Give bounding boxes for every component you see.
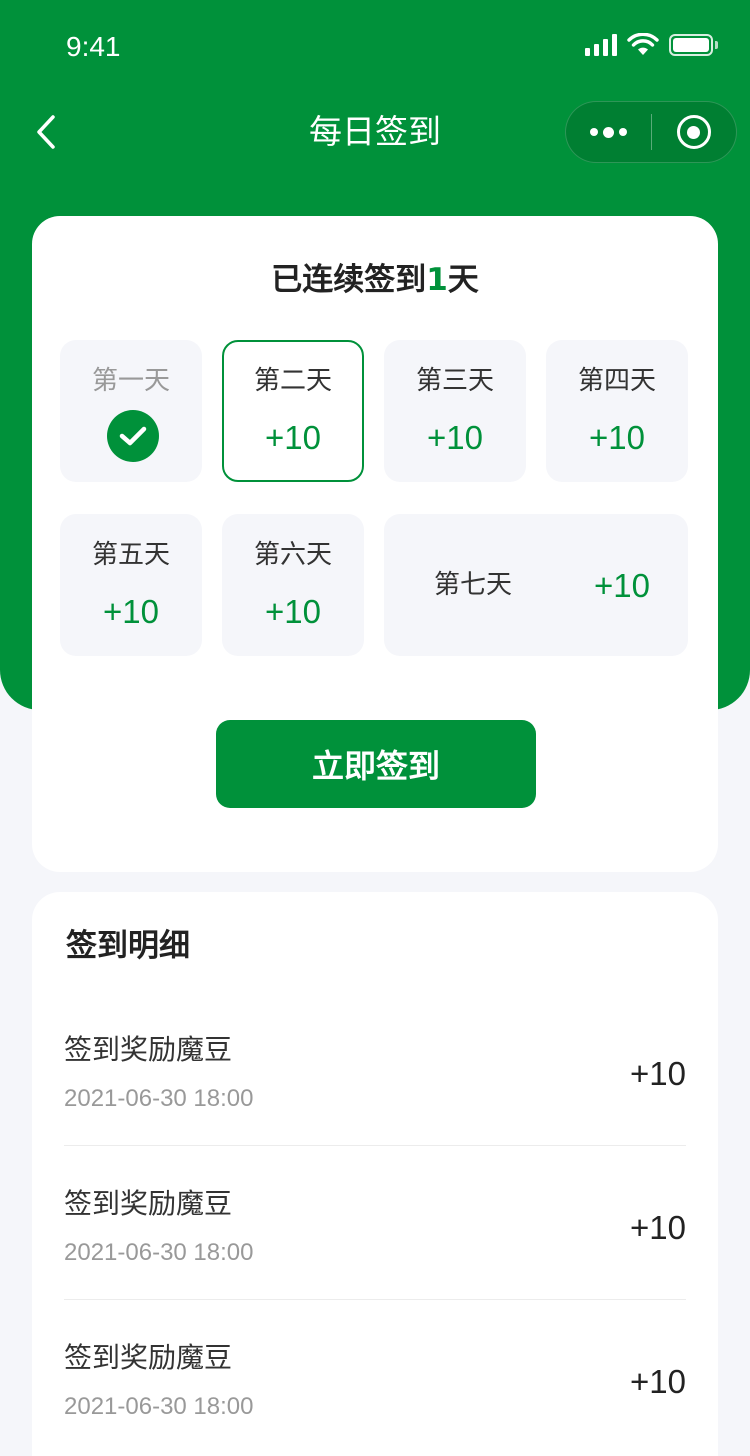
mini-program-capsule (565, 101, 737, 163)
signin-detail-card: 签到明细 签到奖励魔豆 2021-06-30 18:00 +10 签到奖励魔豆 … (32, 892, 718, 1456)
streak-days-count: 1 (426, 262, 448, 298)
status-time: 9:41 (66, 31, 121, 62)
close-circle-icon (676, 115, 711, 149)
day-reward: +10 (589, 419, 645, 456)
item-amount: +10 (630, 1209, 686, 1246)
signin-card: 已连续签到1天 第一天 第二天 +10 第三天 +10 第四天 +10 第五天 … (32, 216, 718, 872)
list-item: 签到奖励魔豆 2021-06-30 18:00 +10 (64, 1300, 686, 1454)
day-label: 第五天 (91, 540, 170, 570)
streak-text: 已连续签到1天 (32, 260, 718, 300)
streak-suffix: 天 (447, 262, 479, 298)
signal-icon (585, 34, 617, 56)
day-cell-1: 第一天 (60, 340, 202, 482)
streak-prefix: 已连续签到 (271, 262, 427, 298)
check-icon (107, 410, 159, 462)
day-label: 第二天 (253, 366, 332, 396)
day-label: 第七天 (434, 570, 513, 600)
day-cell-5: 第五天 +10 (60, 514, 202, 656)
item-title: 签到奖励魔豆 (64, 1341, 233, 1374)
item-amount: +10 (630, 1055, 686, 1092)
item-amount: +10 (630, 1363, 686, 1400)
day-cell-3: 第三天 +10 (384, 340, 526, 482)
item-time: 2021-06-30 18:00 (64, 1393, 254, 1420)
list-item: 签到奖励魔豆 2021-06-30 18:00 +10 (64, 1146, 686, 1300)
item-time: 2021-06-30 18:00 (64, 1239, 254, 1266)
day-label: 第一天 (91, 366, 170, 396)
wifi-icon (627, 33, 659, 55)
list-item: 签到奖励魔豆 2021-06-30 18:00 +10 (64, 992, 686, 1146)
status-icons (585, 32, 718, 58)
more-dots-icon (590, 128, 598, 136)
battery-icon (669, 34, 718, 56)
detail-list: 签到奖励魔豆 2021-06-30 18:00 +10 签到奖励魔豆 2021-… (64, 992, 686, 1454)
more-button[interactable] (566, 101, 651, 163)
day-label: 第三天 (415, 366, 494, 396)
day-cell-6: 第六天 +10 (222, 514, 364, 656)
day-reward: +10 (265, 419, 321, 456)
item-title: 签到奖励魔豆 (64, 1187, 233, 1220)
day-reward: +10 (594, 567, 650, 604)
day-reward: +10 (427, 419, 483, 456)
day-label: 第六天 (253, 540, 332, 570)
day-cell-4: 第四天 +10 (546, 340, 688, 482)
day-cell-2: 第二天 +10 (222, 340, 364, 482)
signin-now-button[interactable]: 立即签到 (216, 720, 536, 808)
detail-title: 签到明细 (66, 928, 190, 964)
item-time: 2021-06-30 18:00 (64, 1085, 254, 1112)
day-label: 第四天 (577, 366, 656, 396)
day-cell-7: 第七天 +10 (384, 514, 688, 656)
item-title: 签到奖励魔豆 (64, 1033, 233, 1066)
day-reward: +10 (103, 593, 159, 630)
day-reward: +10 (265, 593, 321, 630)
close-button[interactable] (652, 101, 736, 163)
